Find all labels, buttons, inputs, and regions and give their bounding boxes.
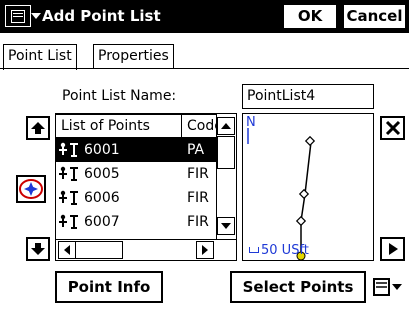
select-points-button[interactable]: Select Points [230, 271, 366, 303]
scroll-down-button[interactable] [217, 217, 235, 235]
scroll-up-button[interactable] [217, 117, 235, 135]
select-on-map-icon [19, 179, 43, 199]
chevron-right-icon [202, 245, 208, 255]
list-item-code: FIR [187, 190, 209, 206]
delete-button[interactable] [380, 116, 405, 140]
ok-button[interactable]: OK [282, 3, 338, 30]
menu-icon [373, 278, 402, 296]
list-header: List of Points Code [56, 114, 236, 138]
cancel-button[interactable]: Cancel [342, 3, 407, 30]
vertical-scrollbar[interactable] [216, 114, 236, 239]
title-bar: Add Point List OK Cancel [0, 0, 409, 33]
scale-label: 50 USft [261, 243, 309, 258]
list-item[interactable]: 6005 FIR [56, 162, 216, 186]
point-icon [59, 166, 78, 181]
scroll-thumb[interactable] [217, 136, 235, 169]
column-header-points[interactable]: List of Points [56, 114, 182, 138]
points-list[interactable]: List of Points Code 6001 PA 6005 FIR 600… [55, 113, 237, 261]
list-item-point: 6006 [84, 190, 120, 206]
point-icon [59, 190, 78, 205]
window-title: Add Point List [42, 7, 161, 25]
chevron-left-icon [64, 245, 70, 255]
move-up-button[interactable] [26, 116, 50, 140]
list-item-point: 6005 [84, 166, 120, 182]
next-icon [388, 243, 398, 255]
map-preview[interactable]: N 50 USft [242, 113, 374, 261]
select-points-label: Select Points [242, 278, 354, 296]
list-item-code: FIR [187, 166, 209, 182]
move-down-button[interactable] [26, 237, 50, 261]
tab-divider [0, 68, 409, 69]
point-icon [59, 142, 78, 157]
list-item[interactable]: 6001 PA [56, 138, 216, 162]
chevron-down-icon [221, 223, 231, 229]
chevron-down-icon[interactable] [31, 13, 41, 19]
horizontal-scrollbar[interactable] [56, 239, 236, 260]
map-drawing [247, 128, 316, 260]
select-points-menu-button[interactable] [372, 275, 406, 300]
point-icon [59, 214, 78, 229]
select-on-map-button[interactable] [16, 175, 46, 203]
tab-properties[interactable]: Properties [93, 44, 174, 69]
column-header-code[interactable]: Code [182, 114, 218, 138]
list-item-point: 6007 [84, 214, 120, 230]
list-item[interactable]: 6007 FIR [56, 210, 216, 234]
scale-bar: 50 USft [249, 243, 309, 258]
map-point [295, 135, 316, 227]
menu-icon[interactable] [5, 5, 31, 27]
list-item[interactable]: 6006 FIR [56, 186, 216, 210]
next-button[interactable] [380, 237, 405, 261]
list-item-point: 6001 [84, 142, 120, 158]
scroll-left-button[interactable] [58, 241, 76, 259]
delete-icon [385, 120, 400, 136]
scale-icon [249, 247, 259, 253]
point-info-button[interactable]: Point Info [55, 271, 163, 303]
point-list-name-input[interactable]: PointList4 [242, 84, 374, 109]
chevron-up-icon [221, 123, 231, 129]
scroll-h-thumb[interactable] [75, 241, 123, 259]
scroll-right-button[interactable] [196, 241, 214, 259]
list-item-code: PA [187, 142, 205, 158]
list-item-code: FIR [187, 214, 209, 230]
point-list-name-label: Point List Name: [62, 88, 177, 104]
move-down-icon [31, 243, 45, 255]
tab-point-list[interactable]: Point List [3, 44, 77, 70]
move-up-icon [31, 122, 45, 134]
